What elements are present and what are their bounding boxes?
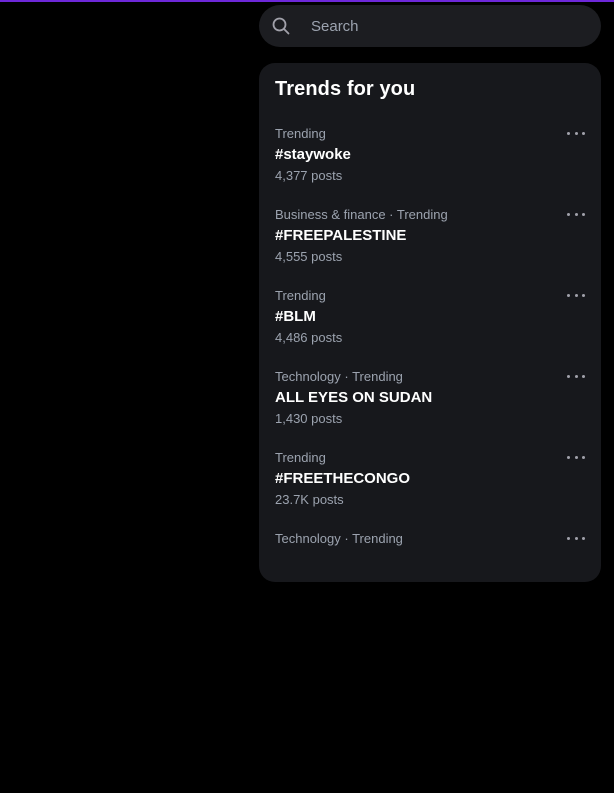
trend-item[interactable]: Technology · Trending	[259, 531, 601, 612]
trend-category: Trending	[275, 288, 326, 303]
trend-post-count: 23.7K posts	[275, 492, 344, 507]
trend-category: Technology · Trending	[275, 369, 403, 384]
trend-category: Technology · Trending	[275, 531, 403, 546]
trends-panel: Trends for you Trending #staywoke 4,377 …	[259, 63, 601, 582]
trend-item[interactable]: Technology · Trending ALL EYES ON SUDAN …	[259, 369, 601, 450]
more-options-icon[interactable]	[567, 450, 585, 464]
search-bar[interactable]	[259, 5, 601, 47]
trend-name[interactable]: ALL EYES ON SUDAN	[275, 389, 432, 407]
trend-name[interactable]: #FREETHECONGO	[275, 470, 410, 488]
more-options-icon[interactable]	[567, 207, 585, 221]
trend-category: Trending	[275, 126, 326, 141]
trend-item[interactable]: Trending #FREETHECONGO 23.7K posts	[259, 450, 601, 531]
trend-item[interactable]: Business & finance · Trending #FREEPALES…	[259, 207, 601, 288]
more-options-icon[interactable]	[567, 531, 585, 545]
trend-category: Trending	[275, 450, 326, 465]
more-options-icon[interactable]	[567, 126, 585, 140]
trend-post-count: 4,377 posts	[275, 168, 343, 183]
trend-name[interactable]: #FREEPALESTINE	[275, 227, 406, 245]
trend-category: Business & finance · Trending	[275, 207, 448, 222]
trend-post-count: 4,486 posts	[275, 330, 343, 345]
trend-name[interactable]: #BLM	[275, 308, 316, 326]
trends-title: Trends for you	[275, 78, 416, 100]
trend-post-count: 4,555 posts	[275, 249, 343, 264]
trend-name[interactable]: #staywoke	[275, 146, 351, 164]
more-options-icon[interactable]	[567, 369, 585, 383]
trend-post-count: 1,430 posts	[275, 411, 343, 426]
search-input[interactable]	[309, 16, 573, 36]
more-options-icon[interactable]	[567, 288, 585, 302]
trend-item[interactable]: Trending #BLM 4,486 posts	[259, 288, 601, 369]
trend-item[interactable]: Trending #staywoke 4,377 posts	[259, 126, 601, 207]
search-icon	[271, 16, 291, 36]
top-accent-line	[0, 0, 614, 2]
